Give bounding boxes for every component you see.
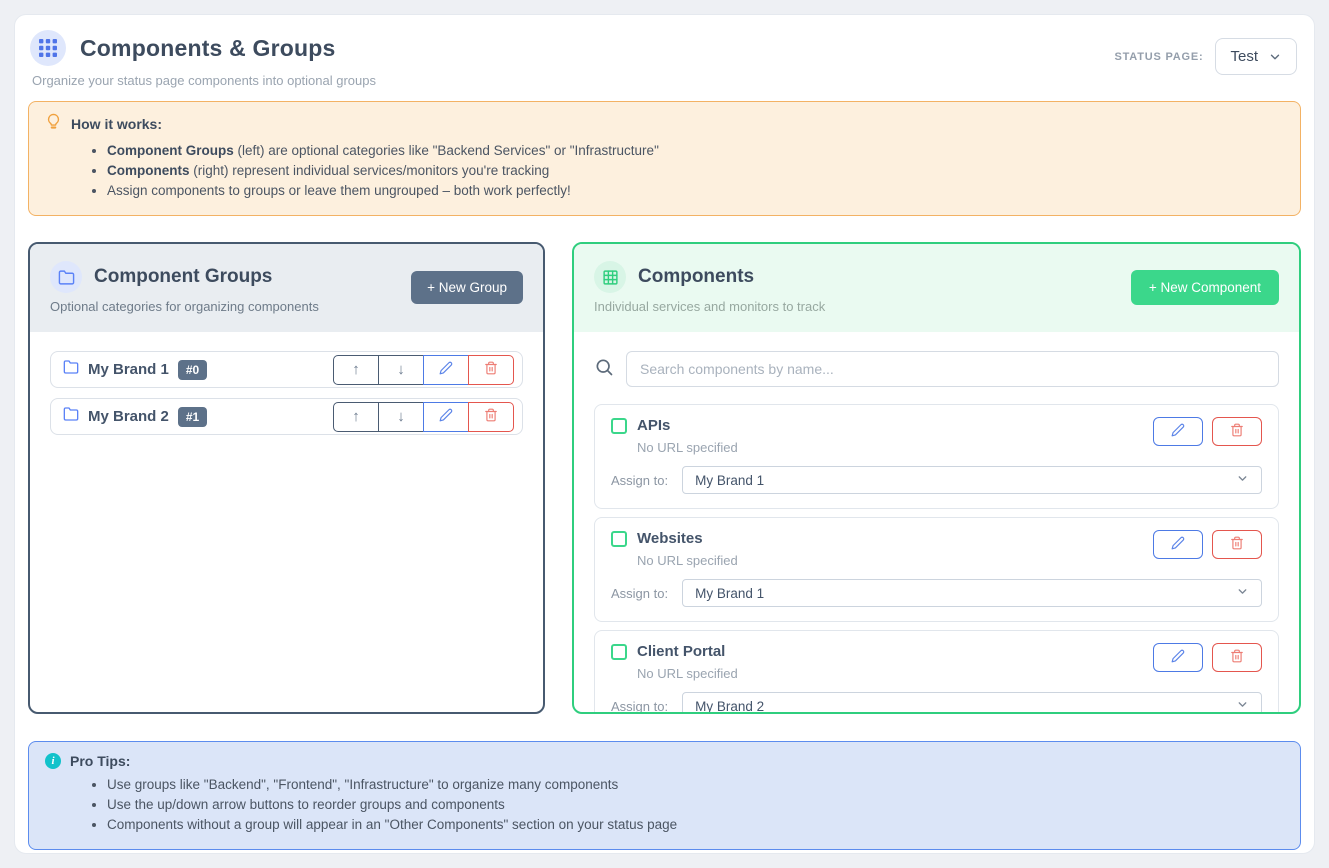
component-name: APIs	[637, 417, 670, 434]
assign-to-label: Assign to:	[611, 473, 668, 488]
assign-to-label: Assign to:	[611, 699, 668, 713]
components-list: APIs No URL specified	[574, 332, 1299, 712]
chevron-down-icon	[1268, 50, 1282, 64]
page-header: Components & Groups Organize your status…	[28, 28, 1301, 88]
component-card: APIs No URL specified	[594, 404, 1279, 509]
pencil-icon	[439, 361, 453, 379]
how-it-works-item: Component Groups (left) are optional cat…	[107, 143, 1284, 158]
edit-component-button[interactable]	[1153, 417, 1203, 446]
pro-tips-item: Use groups like "Backend", "Frontend", "…	[107, 777, 1284, 792]
edit-group-button[interactable]	[423, 355, 469, 385]
edit-component-button[interactable]	[1153, 643, 1203, 672]
search-icon	[594, 357, 614, 382]
grid-dots-icon	[30, 30, 66, 66]
groups-list: My Brand 1 #0 ↑ ↓	[30, 332, 543, 712]
delete-component-button[interactable]	[1212, 530, 1262, 559]
group-name: My Brand 2	[88, 408, 169, 425]
assigned-group-value: My Brand 1	[695, 586, 764, 601]
component-card: Client Portal No URL specified	[594, 630, 1279, 712]
search-input[interactable]	[626, 351, 1279, 387]
pencil-icon	[1171, 536, 1185, 553]
component-card: Websites No URL specified	[594, 517, 1279, 622]
delete-group-button[interactable]	[468, 355, 514, 385]
component-groups-panel: Component Groups Optional categories for…	[28, 242, 545, 714]
pencil-icon	[1171, 423, 1185, 440]
trash-icon	[1230, 423, 1244, 440]
status-page-label: STATUS PAGE:	[1114, 51, 1203, 63]
assign-group-select[interactable]: My Brand 2	[682, 692, 1262, 712]
how-it-works-list: Component Groups (left) are optional cat…	[107, 143, 1284, 198]
group-order-badge: #1	[178, 407, 207, 427]
move-up-button[interactable]: ↑	[333, 355, 379, 385]
component-checkbox[interactable]	[611, 644, 627, 660]
components-panel: Components Individual services and monit…	[572, 242, 1301, 714]
how-it-works-item: Components (right) represent individual …	[107, 163, 1284, 178]
component-url-note: No URL specified	[637, 553, 738, 568]
new-group-button[interactable]: + New Group	[411, 271, 523, 304]
delete-group-button[interactable]	[468, 402, 514, 432]
assign-group-select[interactable]: My Brand 1	[682, 579, 1262, 607]
groups-panel-subtitle: Optional categories for organizing compo…	[50, 299, 319, 314]
delete-component-button[interactable]	[1212, 643, 1262, 672]
group-row: My Brand 2 #1 ↑ ↓	[50, 398, 523, 435]
chevron-down-icon	[1236, 698, 1249, 712]
status-page-value: Test	[1230, 48, 1258, 65]
new-component-button[interactable]: + New Component	[1131, 270, 1279, 305]
component-checkbox[interactable]	[611, 418, 627, 434]
folder-icon	[63, 359, 79, 380]
how-it-works-title: How it works:	[71, 116, 162, 132]
info-icon: i	[45, 753, 61, 769]
groups-panel-title: Component Groups	[94, 266, 272, 288]
move-down-button[interactable]: ↓	[378, 402, 424, 432]
table-grid-icon	[594, 261, 626, 293]
pencil-icon	[439, 408, 453, 426]
assign-to-label: Assign to:	[611, 586, 668, 601]
folder-icon	[50, 261, 82, 293]
component-name: Client Portal	[637, 643, 725, 660]
pro-tips-title: Pro Tips:	[70, 753, 130, 769]
lightbulb-icon	[45, 113, 62, 135]
trash-icon	[484, 361, 498, 379]
groups-panel-header: Component Groups Optional categories for…	[30, 244, 543, 332]
page-header-left: Components & Groups Organize your status…	[30, 30, 376, 88]
folder-icon	[63, 406, 79, 427]
assigned-group-value: My Brand 2	[695, 699, 764, 713]
components-panel-header: Components Individual services and monit…	[574, 244, 1299, 332]
edit-component-button[interactable]	[1153, 530, 1203, 559]
component-name: Websites	[637, 530, 703, 547]
how-it-works-box: How it works: Component Groups (left) ar…	[28, 101, 1301, 216]
move-down-button[interactable]: ↓	[378, 355, 424, 385]
main-card: Components & Groups Organize your status…	[14, 14, 1315, 854]
page-title: Components & Groups	[80, 35, 336, 62]
trash-icon	[484, 408, 498, 426]
component-url-note: No URL specified	[637, 440, 738, 455]
page-subtitle: Organize your status page components int…	[32, 73, 376, 88]
pro-tips-box: i Pro Tips: Use groups like "Backend", "…	[28, 741, 1301, 850]
pro-tips-item: Components without a group will appear i…	[107, 817, 1284, 832]
components-panel-subtitle: Individual services and monitors to trac…	[594, 299, 825, 314]
trash-icon	[1230, 536, 1244, 553]
trash-icon	[1230, 649, 1244, 666]
chevron-down-icon	[1236, 585, 1249, 601]
component-url-note: No URL specified	[637, 666, 738, 681]
group-row: My Brand 1 #0 ↑ ↓	[50, 351, 523, 388]
pro-tips-list: Use groups like "Backend", "Frontend", "…	[107, 777, 1284, 832]
edit-group-button[interactable]	[423, 402, 469, 432]
components-panel-title: Components	[638, 266, 754, 288]
how-it-works-item: Assign components to groups or leave the…	[107, 183, 1284, 198]
component-checkbox[interactable]	[611, 531, 627, 547]
chevron-down-icon	[1236, 472, 1249, 488]
assigned-group-value: My Brand 1	[695, 473, 764, 488]
assign-group-select[interactable]: My Brand 1	[682, 466, 1262, 494]
status-page-select[interactable]: Test	[1215, 38, 1297, 75]
pro-tips-item: Use the up/down arrow buttons to reorder…	[107, 797, 1284, 812]
group-order-badge: #0	[178, 360, 207, 380]
status-page-picker: STATUS PAGE: Test	[1114, 38, 1297, 75]
move-up-button[interactable]: ↑	[333, 402, 379, 432]
group-name: My Brand 1	[88, 361, 169, 378]
pencil-icon	[1171, 649, 1185, 666]
delete-component-button[interactable]	[1212, 417, 1262, 446]
